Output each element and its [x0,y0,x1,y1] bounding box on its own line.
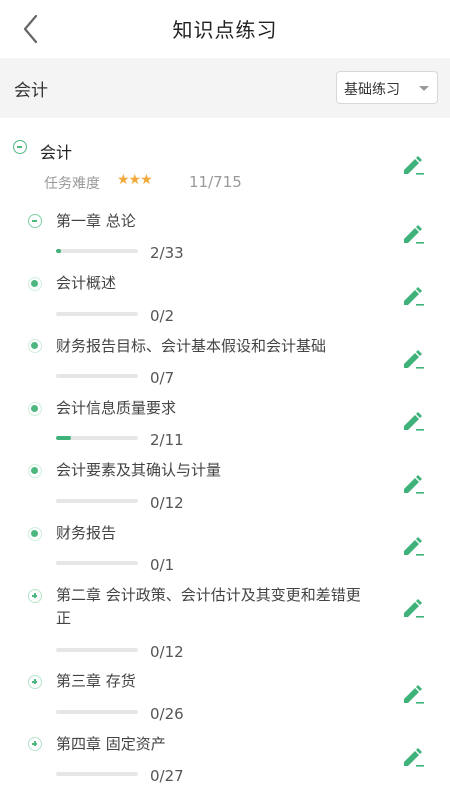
edit-icon[interactable] [401,683,425,705]
root-subject-title[interactable]: 会计 [40,139,72,163]
leaf-dot-icon [28,339,42,353]
collapse-icon[interactable] [13,140,27,154]
progress-bar [56,436,138,440]
expand-icon[interactable] [28,675,42,689]
tree-node-title[interactable]: 第一章 总论 [56,210,366,233]
progress-bar [56,772,138,776]
leaf-dot-icon [28,527,42,541]
app-header: 知识点练习 [0,0,450,58]
progress-bar [56,561,138,565]
edit-icon[interactable] [401,154,425,176]
progress-count: 2/11 [150,431,184,449]
progress-count: 0/1 [150,556,175,574]
tree-node-title[interactable]: 会计要素及其确认与计量 [56,459,366,482]
tree-node-title[interactable]: 财务报告 [56,522,366,545]
progress-bar [56,710,138,714]
progress-bar [56,312,138,316]
tree-node-title[interactable]: 会计概述 [56,272,366,295]
progress-count: 0/12 [150,494,184,512]
progress-count: 0/26 [150,705,184,723]
tree-node-title[interactable]: 会计信息质量要求 [56,397,366,420]
progress-count: 0/2 [150,307,175,325]
root-progress-count: 11/715 [189,173,242,191]
tree-node-title[interactable]: 第二章 会计政策、会计估计及其变更和差错更正 [56,584,366,630]
leaf-dot-icon [28,402,42,416]
expand-icon[interactable] [28,737,42,751]
difficulty-label: 任务难度 [44,176,100,192]
progress-count: 2/33 [150,244,184,262]
progress-bar [56,499,138,503]
edit-icon[interactable] [401,597,425,619]
progress-fill [56,249,61,253]
page-title: 知识点练习 [172,18,278,42]
progress-count: 0/7 [150,369,175,387]
practice-mode-label: 基础练习 [344,82,400,98]
edit-icon[interactable] [401,473,425,495]
subject-name: 会计 [14,81,48,101]
practice-mode-select[interactable]: 基础练习 [336,71,438,104]
leaf-dot-icon [28,277,42,291]
tree-node-title[interactable]: 财务报告目标、会计基本假设和会计基础 [56,335,366,358]
edit-icon[interactable] [401,348,425,370]
progress-bar [56,648,138,652]
edit-icon[interactable] [401,223,425,245]
difficulty-stars-icon: ★★★ [117,172,153,188]
progress-bar [56,249,138,253]
tree-node-title[interactable]: 第四章 固定资产 [56,733,366,756]
edit-icon[interactable] [401,535,425,557]
caret-down-icon [419,86,429,91]
progress-count: 0/27 [150,767,184,785]
leaf-dot-icon [28,464,42,478]
edit-icon[interactable] [401,410,425,432]
tree-node-title[interactable]: 第三章 存货 [56,670,366,693]
progress-count: 0/12 [150,643,184,661]
collapse-icon[interactable] [28,214,42,228]
progress-fill [56,436,71,440]
edit-icon[interactable] [401,285,425,307]
edit-icon[interactable] [401,746,425,768]
expand-icon[interactable] [28,589,42,603]
progress-bar [56,374,138,378]
